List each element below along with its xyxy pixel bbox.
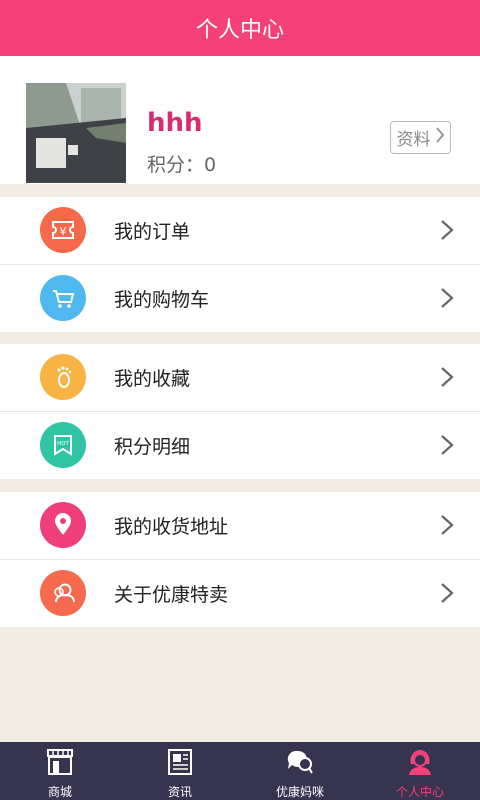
tab-community[interactable]: 优康妈咪 <box>240 742 360 800</box>
bottom-tab-bar: 商城 资讯 优康妈咪 个人中心 <box>0 742 480 800</box>
profile-detail-button[interactable]: 资料 <box>390 121 451 154</box>
chevron-right-icon <box>435 126 445 149</box>
tab-label: 资讯 <box>167 785 192 799</box>
news-icon <box>165 748 195 779</box>
chevron-right-icon <box>440 582 454 608</box>
menu-item-label: 我的收货地址 <box>114 516 229 538</box>
top-bar: 个人中心 <box>0 0 480 56</box>
hot-tag-icon: HOT <box>40 422 86 468</box>
menu-item-label: 积分明细 <box>114 436 191 458</box>
svg-text:HOT: HOT <box>57 441 69 447</box>
tab-store[interactable]: 商城 <box>0 742 120 800</box>
footprint-icon <box>40 354 86 400</box>
points-text: 积分：0 <box>147 154 217 176</box>
people-icon <box>40 570 86 616</box>
chevron-right-icon <box>440 514 454 540</box>
svg-text:¥: ¥ <box>60 225 67 238</box>
tab-label: 优康妈咪 <box>275 785 324 799</box>
menu-item-about[interactable]: 关于优康特卖 <box>0 560 480 627</box>
menu-item-address[interactable]: 我的收货地址 <box>0 492 480 560</box>
user-icon <box>405 748 435 779</box>
tab-news[interactable]: 资讯 <box>120 742 240 800</box>
profile-detail-label: 资料 <box>396 130 431 150</box>
tab-label: 个人中心 <box>395 785 444 799</box>
avatar[interactable] <box>26 83 126 183</box>
profile-card: hhh 积分：0 资料 <box>0 56 480 184</box>
chevron-right-icon <box>440 366 454 392</box>
chevron-right-icon <box>440 287 454 313</box>
menu-group-3: 我的收货地址 关于优康特卖 <box>0 492 480 627</box>
menu-item-label: 关于优康特卖 <box>114 584 229 606</box>
menu-item-cart[interactable]: 我的购物车 <box>0 265 480 332</box>
page-title: 个人中心 <box>195 18 284 43</box>
menu-item-label: 我的订单 <box>114 221 191 243</box>
chevron-right-icon <box>440 434 454 460</box>
menu-item-label: 我的购物车 <box>114 289 210 311</box>
store-icon <box>45 748 75 779</box>
menu-item-orders[interactable]: ¥ 我的订单 <box>0 197 480 265</box>
ticket-icon: ¥ <box>40 207 86 253</box>
cart-icon <box>40 275 86 321</box>
menu-item-points-detail[interactable]: HOT 积分明细 <box>0 412 480 479</box>
chevron-right-icon <box>440 219 454 245</box>
location-pin-icon <box>40 502 86 548</box>
tab-label: 商城 <box>47 785 72 799</box>
menu-item-label: 我的收藏 <box>114 368 191 390</box>
menu-group-1: ¥ 我的订单 我的购物车 <box>0 197 480 332</box>
tab-profile[interactable]: 个人中心 <box>360 742 480 800</box>
menu-group-2: 我的收藏 HOT 积分明细 <box>0 344 480 479</box>
chat-icon <box>285 748 315 779</box>
menu-item-favorites[interactable]: 我的收藏 <box>0 344 480 412</box>
username: hhh <box>147 108 203 138</box>
